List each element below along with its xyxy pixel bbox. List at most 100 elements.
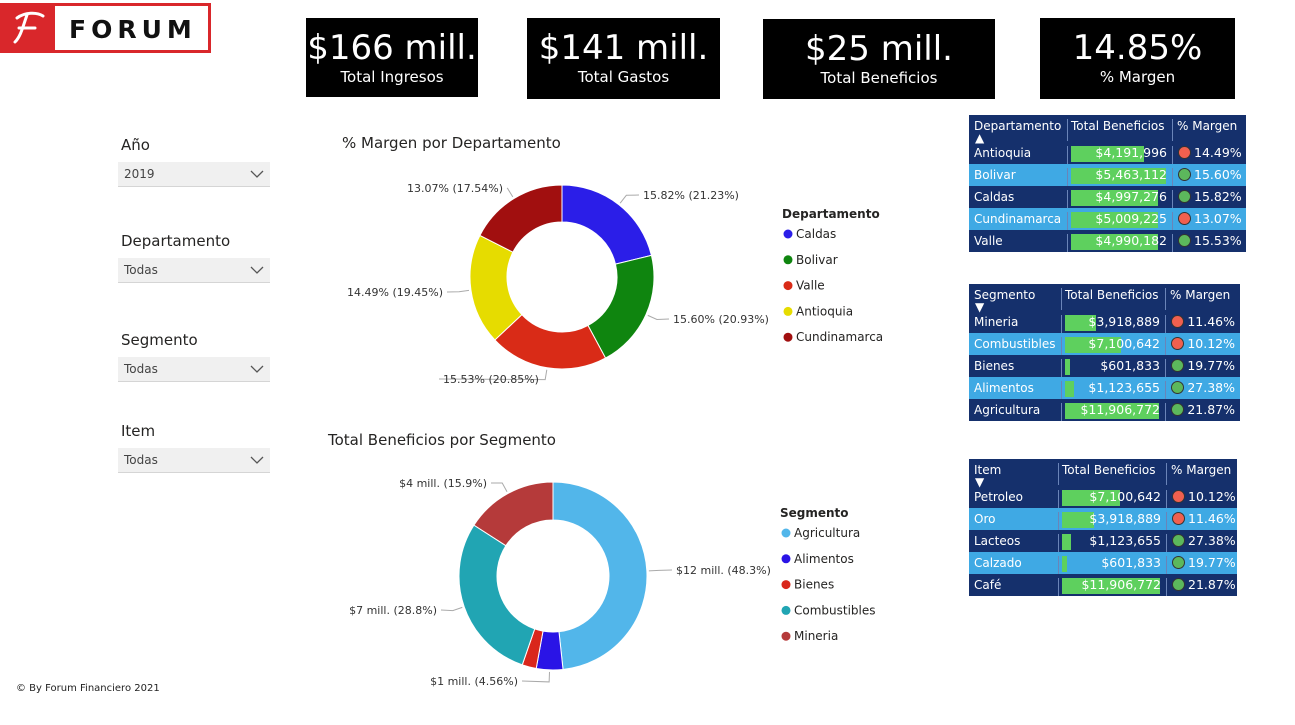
data-label: $7 mill. (28.8%) <box>349 604 437 617</box>
leader-line <box>647 314 670 320</box>
column-separator <box>1165 403 1166 421</box>
legend-title: Segmento <box>780 506 849 520</box>
row-value: $3,918,889 <box>1088 314 1160 329</box>
legend-item-cundinamarca[interactable]: Cundinamarca <box>796 330 883 344</box>
footer-copyright: © By Forum Financiero 2021 <box>16 683 160 694</box>
column-separator <box>1058 578 1059 596</box>
legend-item-valle[interactable]: Valle <box>796 279 825 293</box>
column-header[interactable]: Total Beneficios <box>1071 119 1165 133</box>
table-row[interactable]: Petroleo $7,100,642 10.12% <box>969 486 1237 508</box>
row-name: Oro <box>974 512 996 526</box>
table-row[interactable]: Valle $4,990,182 15.53% <box>969 230 1246 252</box>
column-separator <box>1172 119 1173 141</box>
legend-item-bienes[interactable]: Bienes <box>794 578 834 592</box>
donut-slice-cundinamarca[interactable] <box>479 184 563 253</box>
table-row[interactable]: Cundinamarca $5,009,225 13.07% <box>969 208 1246 230</box>
legend-item-combustibles[interactable]: Combustibles <box>794 603 876 617</box>
column-header[interactable]: Departamento <box>974 119 1061 133</box>
donut-slice-bolivar[interactable] <box>587 254 655 359</box>
data-label: 13.07% (17.54%) <box>407 182 503 195</box>
column-separator <box>1067 234 1068 252</box>
column-separator <box>1061 288 1062 310</box>
column-header[interactable]: % Margen <box>1171 463 1231 477</box>
legend-title: Departamento <box>782 207 880 221</box>
legend-marker <box>783 306 793 316</box>
column-separator <box>1165 337 1166 355</box>
data-label: 15.53% (20.85%) <box>443 373 539 386</box>
table-row[interactable]: Bolivar $5,463,112 15.60% <box>969 164 1246 186</box>
table-row[interactable]: Mineria $3,918,889 11.46% <box>969 311 1240 333</box>
column-header[interactable]: Total Beneficios <box>1065 288 1159 302</box>
legend-marker <box>783 229 793 239</box>
column-separator <box>1067 168 1068 186</box>
status-green-icon <box>1178 190 1191 203</box>
column-header[interactable]: Total Beneficios <box>1062 463 1156 477</box>
row-name: Combustibles <box>974 337 1056 351</box>
data-label: 15.60% (20.93%) <box>673 313 769 326</box>
column-separator <box>1058 512 1059 530</box>
column-separator <box>1172 234 1173 252</box>
legend-item-agricultura[interactable]: Agricultura <box>794 526 860 540</box>
row-name: Mineria <box>974 315 1019 329</box>
row-name: Agricultura <box>974 403 1041 417</box>
legend-item-alimentos[interactable]: Alimentos <box>794 552 854 566</box>
table-header: Departamento Total Beneficios% Margen ▲ <box>969 115 1246 145</box>
status-red-icon <box>1178 146 1191 159</box>
donut-chart-1: 15.82% (21.23%) 15.60% (20.93%) 15.53% (20… <box>347 182 883 386</box>
table-row[interactable]: Café $11,906,772 21.87% <box>969 574 1237 596</box>
status-red-icon <box>1178 212 1191 225</box>
table-row[interactable]: Combustibles $7,100,642 10.12% <box>969 333 1240 355</box>
legend-item-bolivar[interactable]: Bolivar <box>796 253 838 267</box>
donut-slice-agricultura[interactable] <box>552 481 648 671</box>
table-row[interactable]: Oro $3,918,889 11.46% <box>969 508 1237 530</box>
legend-marker <box>783 255 793 265</box>
table-row[interactable]: Calzado $601,833 19.77% <box>969 552 1237 574</box>
column-separator <box>1165 381 1166 399</box>
column-header[interactable]: % Margen <box>1170 288 1230 302</box>
row-margin: 14.49% <box>1194 145 1242 160</box>
column-separator <box>1166 490 1167 508</box>
data-label: $1 mill. (4.56%) <box>430 675 518 688</box>
legend-item-caldas[interactable]: Caldas <box>796 227 836 241</box>
column-separator <box>1058 490 1059 508</box>
row-margin: 10.12% <box>1188 489 1236 504</box>
row-value: $4,997,276 <box>1095 189 1167 204</box>
row-name: Calzado <box>974 556 1022 570</box>
row-margin: 13.07% <box>1194 211 1242 226</box>
leader-line <box>506 187 514 198</box>
table-row[interactable]: Bienes $601,833 19.77% <box>969 355 1240 377</box>
table-row[interactable]: Caldas $4,997,276 15.82% <box>969 186 1246 208</box>
donut-chart-2: $12 mill. (48.3%) $1 mill. (4.56%) $7 mill… <box>349 477 875 688</box>
donut-slice-combustibles[interactable] <box>458 524 536 666</box>
table-row[interactable]: Lacteos $1,123,655 27.38% <box>969 530 1237 552</box>
row-name: Alimentos <box>974 381 1034 395</box>
column-header[interactable]: % Margen <box>1177 119 1237 133</box>
row-name: Café <box>974 578 1002 592</box>
status-green-icon <box>1172 556 1185 569</box>
row-value: $601,833 <box>1101 555 1161 570</box>
row-name: Valle <box>974 234 1003 248</box>
row-value: $1,123,655 <box>1089 533 1161 548</box>
column-separator <box>1166 578 1167 596</box>
table-row[interactable]: Alimentos $1,123,655 27.38% <box>969 377 1240 399</box>
donut-slice-caldas[interactable] <box>561 184 653 265</box>
row-margin: 10.12% <box>1187 336 1235 351</box>
table-row[interactable]: Agricultura $11,906,772 21.87% <box>969 399 1240 421</box>
legend-item-antioquia[interactable]: Antioquia <box>796 304 853 318</box>
status-green-icon <box>1171 381 1184 394</box>
row-value: $11,906,772 <box>1080 402 1160 417</box>
table-row[interactable]: Antioquia $4,191,996 14.49% <box>969 142 1246 164</box>
leader-line <box>648 569 673 572</box>
legend-marker <box>781 605 791 615</box>
legend-item-mineria[interactable]: Mineria <box>794 629 838 643</box>
leader-line <box>490 482 508 492</box>
data-label: 15.82% (21.23%) <box>643 189 739 202</box>
column-separator <box>1061 315 1062 333</box>
table-item: Item Total Beneficios% Margen ▼ Petroleo $7,… <box>969 459 1237 596</box>
table-departamento: Departamento Total Beneficios% Margen ▲ Ant… <box>969 115 1246 252</box>
leader-line <box>521 671 551 683</box>
data-label: 14.49% (19.45%) <box>347 286 443 299</box>
row-margin: 19.77% <box>1187 358 1235 373</box>
column-separator <box>1067 119 1068 141</box>
row-margin: 15.82% <box>1194 189 1242 204</box>
